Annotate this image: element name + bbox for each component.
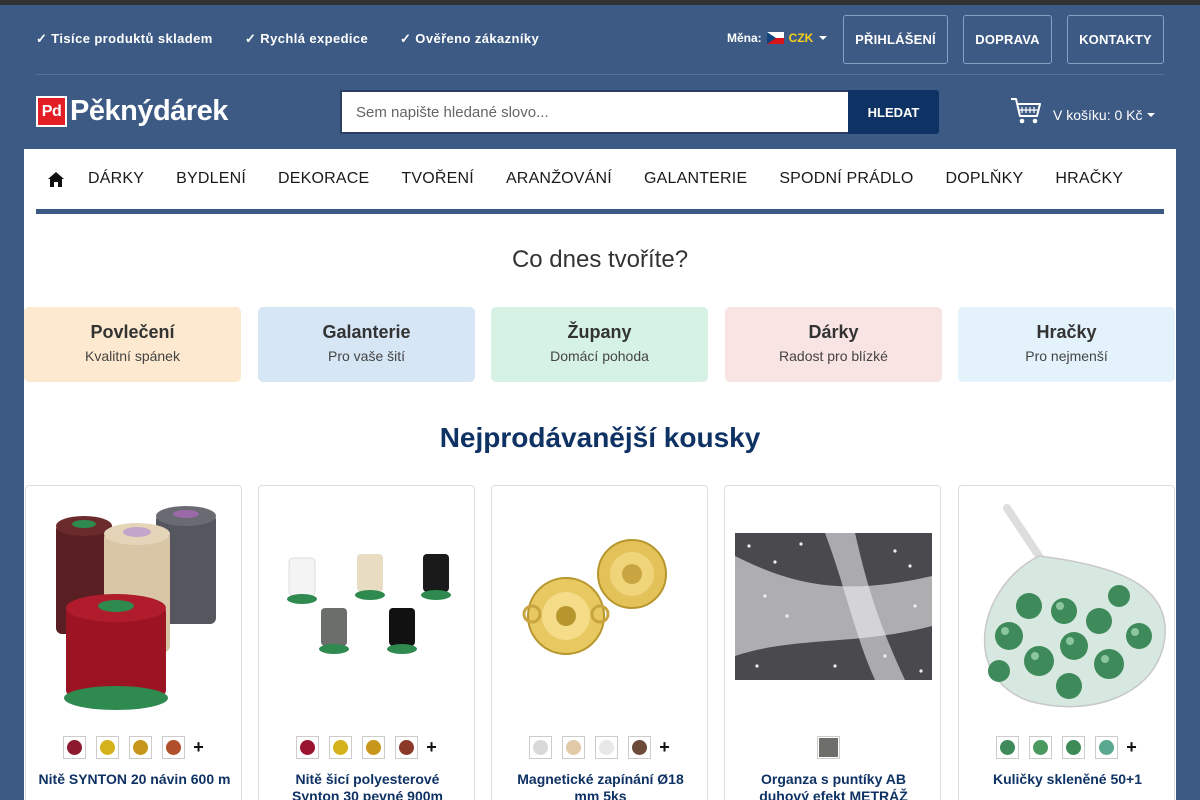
- nav-item-bydleni[interactable]: BYDLENÍ: [176, 170, 246, 188]
- nav-item-spodni-pradlo[interactable]: SPODNÍ PRÁDLO: [779, 170, 913, 188]
- product-name[interactable]: Nitě šicí polyesterové Synton 30 pevné 9…: [271, 771, 464, 800]
- color-swatch[interactable]: [817, 736, 840, 759]
- color-swatches: +: [959, 736, 1174, 759]
- main-nav: DÁRKY BYDLENÍ DEKORACE TVOŘENÍ ARANŽOVÁN…: [36, 149, 1164, 209]
- czech-flag-icon: [766, 32, 784, 44]
- category-title: Povlečení: [90, 322, 175, 342]
- category-subtitle: Radost pro blízké: [779, 348, 888, 364]
- logo-badge: Pd: [36, 96, 67, 127]
- category-card-hracky[interactable]: Hračky Pro nejmenší: [958, 307, 1175, 382]
- product-name[interactable]: Organza s puntíky AB duhový efekt METRÁŽ: [737, 771, 930, 800]
- usp-shipping: ✓ Rychlá expedice: [245, 31, 369, 46]
- product-image[interactable]: [969, 496, 1166, 716]
- product-image[interactable]: [36, 496, 233, 716]
- color-swatches: +: [26, 736, 241, 759]
- usp-verified: ✓ Ověřeno zákazníky: [400, 31, 540, 46]
- color-swatch[interactable]: [162, 736, 186, 759]
- nav-item-darky[interactable]: DÁRKY: [88, 170, 144, 188]
- color-swatch[interactable]: [129, 736, 153, 759]
- nav-item-galanterie[interactable]: GALANTERIE: [644, 170, 747, 188]
- more-variants[interactable]: +: [426, 737, 437, 758]
- color-swatch[interactable]: [296, 736, 320, 759]
- product-card[interactable]: + Magnetické zapínání Ø18 mm 5ks: [491, 485, 708, 800]
- category-subtitle: Pro vaše šití: [327, 348, 406, 364]
- color-swatch[interactable]: [1095, 736, 1119, 759]
- product-name[interactable]: Kuličky skleněné 50+1: [971, 771, 1164, 788]
- more-variants[interactable]: +: [659, 737, 670, 758]
- nav-underline: [36, 209, 1164, 214]
- main-content: DÁRKY BYDLENÍ DEKORACE TVOŘENÍ ARANŽOVÁN…: [24, 149, 1176, 800]
- color-swatches: +: [259, 736, 474, 759]
- category-card-povleceni[interactable]: Povlečení Kvalitní spánek: [24, 307, 241, 382]
- nav-item-doplnky[interactable]: DOPLŇKY: [946, 170, 1024, 188]
- color-swatch[interactable]: [1029, 736, 1053, 759]
- category-card-darky[interactable]: Dárky Radost pro blízké: [725, 307, 942, 382]
- product-image[interactable]: [269, 496, 466, 716]
- login-button[interactable]: PŘIHLÁŠENÍ: [843, 15, 948, 64]
- color-swatch[interactable]: [395, 736, 419, 759]
- search-button[interactable]: HLEDAT: [848, 90, 939, 134]
- cart-icon: [1010, 96, 1042, 129]
- site-logo[interactable]: Pd Pěknýdárek: [36, 95, 228, 128]
- home-icon[interactable]: [36, 149, 76, 209]
- nav-item-tvoreni[interactable]: TVOŘENÍ: [401, 170, 474, 188]
- chevron-down-icon: [819, 36, 828, 40]
- section-title-bestsellers: Nejprodávanější kousky: [439, 422, 761, 453]
- category-card-galanterie[interactable]: Galanterie Pro vaše šití: [258, 307, 475, 382]
- more-variants[interactable]: +: [1126, 737, 1137, 758]
- color-swatch[interactable]: [329, 736, 353, 759]
- currency-code: CZK: [788, 31, 814, 45]
- color-swatch[interactable]: [628, 736, 652, 759]
- category-card-zupany[interactable]: Župany Domácí pohoda: [491, 307, 708, 382]
- color-swatches: [725, 736, 940, 759]
- category-subtitle: Pro nejmenší: [1025, 348, 1108, 364]
- product-name[interactable]: Nitě SYNTON 20 návin 600 m: [38, 771, 231, 788]
- color-swatches: +: [492, 736, 707, 759]
- category-title: Župany: [567, 322, 632, 342]
- product-name[interactable]: Magnetické zapínání Ø18 mm 5ks: [504, 771, 697, 800]
- color-swatch[interactable]: [96, 736, 120, 759]
- top-accent-line: [0, 0, 1200, 5]
- more-variants[interactable]: +: [193, 737, 204, 758]
- nav-item-dekorace[interactable]: DEKORACE: [278, 170, 369, 188]
- chevron-down-icon: [1147, 112, 1156, 117]
- cart-total: V košíku: 0 Kč: [1053, 106, 1143, 123]
- category-subtitle: Kvalitní spánek: [85, 348, 180, 364]
- product-image[interactable]: [735, 496, 932, 716]
- color-swatch[interactable]: [595, 736, 619, 759]
- nav-item-aranzovani[interactable]: ARANŽOVÁNÍ: [506, 170, 612, 188]
- logo-text: Pěknýdárek: [70, 95, 228, 127]
- color-swatch[interactable]: [63, 736, 87, 759]
- header-divider: [36, 74, 1164, 75]
- search-form: HLEDAT: [340, 90, 939, 134]
- cart-widget[interactable]: V košíku: 0 Kč: [1010, 96, 1156, 129]
- product-image[interactable]: [502, 496, 699, 716]
- color-swatch[interactable]: [529, 736, 553, 759]
- product-card[interactable]: + Nitě šicí polyesterové Synton 30 pevné…: [258, 485, 475, 800]
- product-card[interactable]: Organza s puntíky AB duhový efekt METRÁŽ: [724, 485, 941, 800]
- search-input[interactable]: [340, 90, 848, 134]
- product-card[interactable]: + Kuličky skleněné 50+1: [958, 485, 1175, 800]
- usp-stock: ✓ Tisíce produktů skladem: [36, 31, 213, 46]
- category-title: Hračky: [1036, 322, 1097, 342]
- category-title: Galanterie: [322, 322, 411, 342]
- category-title: Dárky: [808, 322, 859, 342]
- color-swatch[interactable]: [996, 736, 1020, 759]
- category-subtitle: Domácí pohoda: [550, 348, 649, 364]
- section-title-create: Co dnes tvoříte?: [511, 246, 689, 273]
- color-swatch[interactable]: [562, 736, 586, 759]
- contacts-button[interactable]: KONTAKTY: [1067, 15, 1164, 64]
- color-swatch[interactable]: [1062, 736, 1086, 759]
- currency-label: Měna:: [727, 31, 762, 45]
- shipping-button[interactable]: DOPRAVA: [963, 15, 1052, 64]
- currency-selector[interactable]: Měna: CZK: [727, 31, 828, 45]
- color-swatch[interactable]: [362, 736, 386, 759]
- nav-item-hracky[interactable]: HRAČKY: [1055, 170, 1123, 188]
- product-card[interactable]: + Nitě SYNTON 20 návin 600 m: [25, 485, 242, 800]
